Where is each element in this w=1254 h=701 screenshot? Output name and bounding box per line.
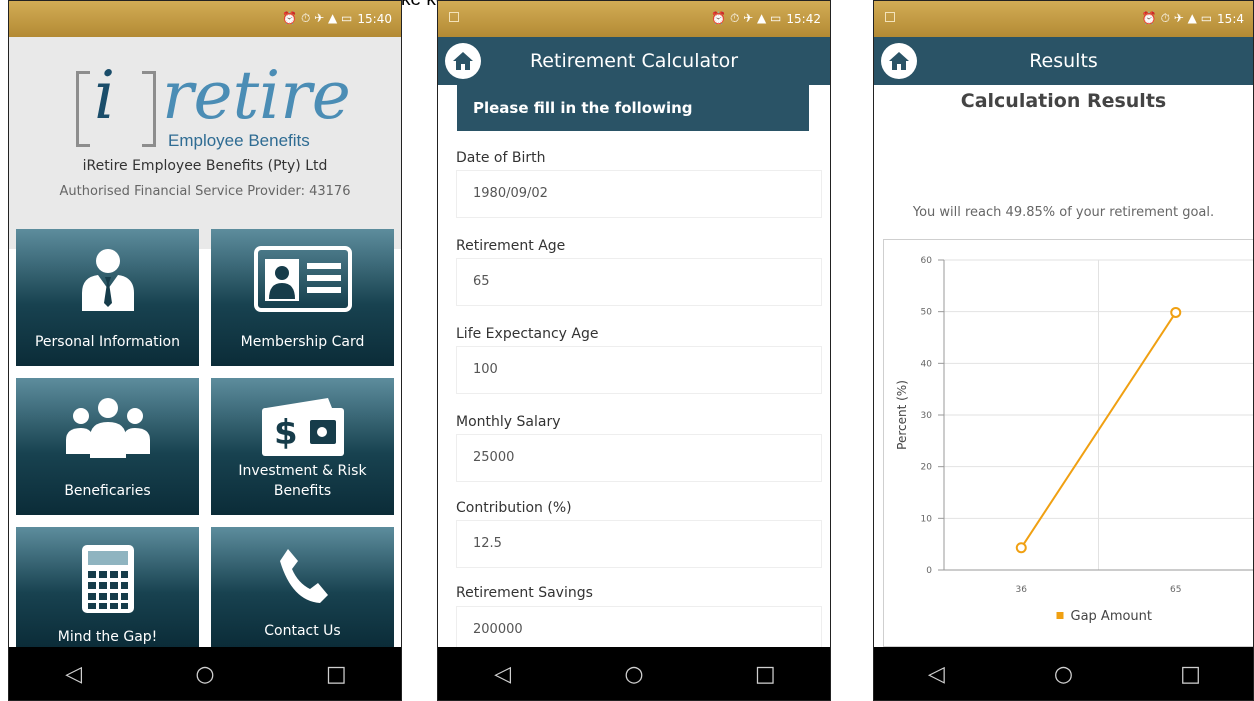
status-bar: ⏰ ⏱ ✈ ▲ ▭ 15:40 (8, 0, 402, 37)
y-tick-label: 10 (921, 514, 933, 524)
phone-results: ⏰ ⏱ ✈ ▲ ▭ 15:4 Results Calculation Resul… (873, 0, 1254, 701)
status-bar: ⏰ ⏱ ✈ ▲ ▭ 15:4 (873, 0, 1254, 37)
status-time: 15:40 (357, 11, 392, 26)
phone-home-screen: ⏰ ⏱ ✈ ▲ ▭ 15:40 i retire Employee Benefi… (8, 0, 402, 701)
contribution-input[interactable]: 12.5 (456, 520, 822, 568)
tile-label: Personal Information (34, 334, 180, 350)
company-name: iRetire Employee Benefits (Pty) Ltd (82, 158, 328, 174)
logo-bracket-left (76, 71, 90, 147)
android-nav-bar: ◁ ○ □ (873, 647, 1254, 701)
fsp-number: Authorised Financial Service Provider: 4… (59, 184, 351, 199)
monthly-salary-input[interactable]: 25000 (456, 434, 822, 482)
app-header: Retirement Calculator (437, 37, 831, 85)
y-tick-label: 50 (921, 308, 933, 318)
x-tick-label: 36 (1016, 585, 1028, 595)
recents-button[interactable]: □ (735, 662, 795, 687)
iretire-logo: i retire Employee Benefits (76, 57, 351, 157)
legend-swatch (1056, 612, 1064, 619)
tile-investment-risk-benefits[interactable]: $ Investment & Risk Benefits (211, 378, 394, 515)
tile-membership-card[interactable]: Membership Card (211, 229, 394, 366)
tile-label: Mind the Gap! (57, 629, 158, 645)
y-tick-label: 30 (921, 411, 933, 421)
app-header: Results (873, 37, 1254, 85)
home-button[interactable]: ○ (604, 662, 664, 687)
wallet-icon: $ (261, 398, 344, 456)
status-time: 15:4 (1217, 11, 1244, 26)
page-title: Retirement Calculator (529, 50, 739, 72)
field-label: Retirement Age (456, 238, 566, 254)
id-card-icon (253, 246, 352, 312)
tile-contact-us[interactable]: Contact Us (211, 527, 394, 647)
form-banner: Please fill in the following (457, 85, 809, 131)
people-group-icon (65, 398, 150, 458)
tile-label: Membership Card (240, 334, 365, 350)
recents-button[interactable]: □ (306, 662, 366, 687)
field-label: Life Expectancy Age (456, 326, 599, 342)
menu-tiles: Personal Information Membership Card Ben… (8, 229, 402, 647)
results-heading: Calculation Results (960, 90, 1167, 112)
y-tick-label: 0 (926, 566, 932, 576)
logo-area: i retire Employee Benefits iRetire Emplo… (8, 37, 402, 249)
field-label: Contribution (%) (456, 500, 572, 516)
y-tick-label: 20 (921, 463, 933, 473)
svg-text:$: $ (274, 413, 298, 453)
phone-icon (279, 549, 328, 603)
field-label: Retirement Savings (456, 585, 593, 601)
field-label: Monthly Salary (456, 414, 561, 430)
tile-personal-information[interactable]: Personal Information (16, 229, 199, 366)
tile-beneficiaries[interactable]: Beneficaries (16, 378, 199, 515)
status-icons: ⏰ ⏱ ✈ ▲ ▭ (711, 11, 782, 25)
retirement-age-input[interactable]: 65 (456, 258, 822, 306)
logo-i: i (94, 57, 116, 134)
results-chart: 0 10 20 30 40 50 60 36 65 Percent (%) Gap Amount (883, 239, 1254, 647)
back-button[interactable]: ◁ (44, 662, 104, 687)
home-button[interactable]: ○ (175, 662, 235, 687)
phone-retirement-calculator: ⏰ ⏱ ✈ ▲ ▭ 15:42 Retirement Calculator Pl… (437, 0, 831, 701)
logo-bracket-right (142, 71, 156, 147)
date-of-birth-input[interactable]: 1980/09/02 (456, 170, 822, 218)
page-title: Results (1029, 50, 1098, 72)
y-tick-label: 40 (921, 359, 933, 369)
notification-icon (885, 12, 895, 22)
android-nav-bar: ◁ ○ □ (8, 647, 402, 701)
x-tick-label: 65 (1170, 585, 1181, 595)
tile-label: Contact Us (264, 623, 341, 639)
goal-text: You will reach 49.85% of your retirement… (912, 205, 1215, 220)
life-expectancy-input[interactable]: 100 (456, 346, 822, 394)
home-button[interactable]: ○ (1034, 662, 1094, 687)
line-chart: 0 10 20 30 40 50 60 36 65 Percent (%) Gap Amount (895, 256, 1253, 624)
status-bar: ⏰ ⏱ ✈ ▲ ▭ 15:42 (437, 0, 831, 37)
back-button[interactable]: ◁ (473, 662, 533, 687)
recents-button[interactable]: □ (1161, 662, 1221, 687)
data-point (1015, 542, 1027, 554)
field-label: Date of Birth (456, 150, 546, 166)
logo-subtitle: Employee Benefits (168, 131, 310, 150)
status-icons: ⏰ ⏱ ✈ ▲ ▭ (1141, 11, 1213, 25)
person-icon (81, 249, 134, 311)
status-time: 15:42 (786, 11, 821, 26)
y-axis-label: Percent (%) (895, 380, 909, 450)
data-point (1170, 306, 1182, 318)
android-nav-bar: ◁ ○ □ (437, 647, 831, 701)
tile-label: Beneficaries (64, 483, 151, 499)
calculator-icon (81, 545, 134, 613)
logo-retire: retire (162, 57, 351, 134)
notification-icon (449, 12, 459, 22)
tile-label: Investment & Risk Benefits (238, 463, 367, 499)
status-icons: ⏰ ⏱ ✈ ▲ ▭ (282, 11, 353, 25)
tile-mind-the-gap[interactable]: Mind the Gap! (16, 527, 199, 647)
back-button[interactable]: ◁ (907, 662, 967, 687)
legend-label: Gap Amount (1071, 609, 1153, 624)
y-tick-label: 60 (921, 256, 933, 266)
